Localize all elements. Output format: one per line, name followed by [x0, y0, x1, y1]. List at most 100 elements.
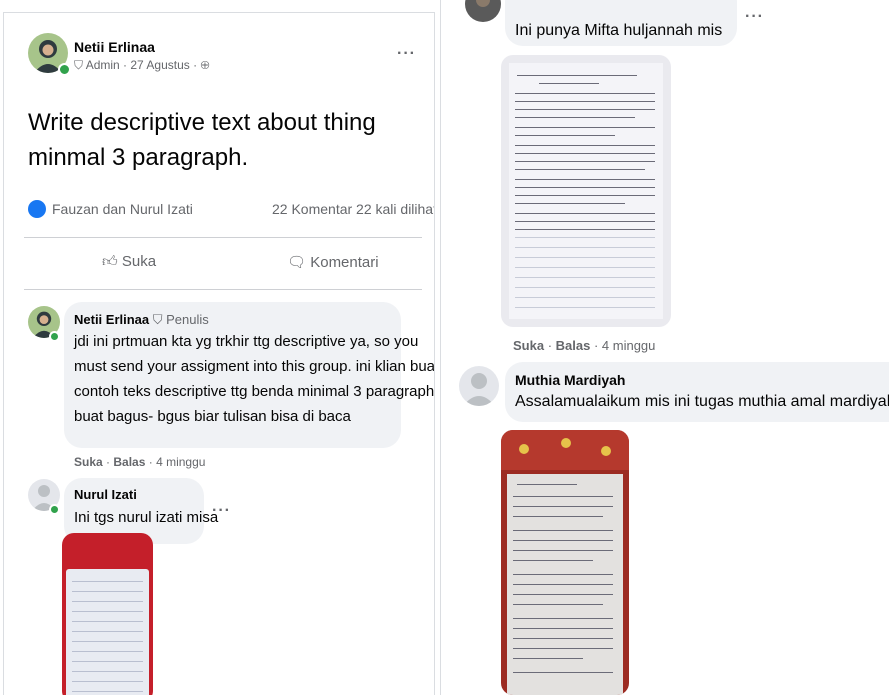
handwriting-line [515, 161, 655, 162]
comment-photo[interactable] [62, 533, 153, 695]
online-status-dot [58, 63, 71, 76]
notebook-line [72, 591, 143, 592]
handwriting-line [515, 135, 615, 136]
notebook-line [72, 651, 143, 652]
handwriting-line [513, 530, 613, 531]
post-text: Write descriptive text about thing minma… [28, 109, 376, 171]
handwriting-line [515, 179, 655, 180]
post-counts[interactable]: 22 Komentar 22 kali dilihat [272, 201, 434, 217]
comment-time[interactable]: 4 minggu [156, 455, 205, 469]
handwriting-line [513, 516, 603, 517]
handwriting-line [513, 648, 613, 649]
comment-photo[interactable] [501, 430, 629, 695]
comment-text: Ini punya Mifta huljannah mis [515, 22, 723, 39]
notebook-line [72, 681, 143, 682]
notebook-page [507, 474, 623, 695]
handwriting-line [513, 672, 613, 673]
comment-time[interactable]: 4 minggu [602, 338, 655, 353]
comment-button-label: Komentari [310, 254, 379, 271]
notebook-page [66, 569, 149, 695]
comment-author[interactable]: Muthia Mardiyah [515, 372, 625, 388]
comment-author[interactable]: Netii Erlinaa [74, 312, 149, 327]
handwriting-line [515, 145, 655, 146]
comment-actions: Suka · Balas · 4 minggu [74, 455, 206, 469]
notebook-line [72, 671, 143, 672]
like-button-label: Suka [121, 253, 157, 270]
notebook-line [72, 611, 143, 612]
comment-more-button[interactable]: ··· [212, 502, 231, 520]
handwriting-line [513, 506, 613, 507]
notebook-line [515, 257, 655, 258]
notebook-line [515, 267, 655, 268]
handwriting-line [513, 604, 603, 605]
comment-author[interactable]: Nurul Izati [74, 487, 137, 502]
handwriting-line [513, 550, 613, 551]
post-more-button[interactable]: ··· [397, 45, 416, 63]
handwriting-line [515, 153, 655, 154]
commenter-avatar[interactable] [465, 0, 501, 22]
handwriting-line [515, 127, 655, 128]
like-reaction-icon [28, 200, 46, 218]
notebook-line [515, 247, 655, 248]
comment-line: buat bagus- bgus biar tulisan bisa di ba… [74, 408, 351, 425]
comment-more-button[interactable]: ··· [745, 8, 764, 26]
post-meta: ⛉ Admin · 27 Agustus · ⊕ [74, 58, 210, 73]
notebook-line [72, 621, 143, 622]
comment-line: jdi ini prtmuan kta yg trkhir ttg descri… [74, 333, 419, 350]
notebook-line [72, 581, 143, 582]
author-badge: Penulis [166, 312, 209, 327]
notebook-page [509, 63, 663, 319]
comment-text: Assalamualaikum mis ini tugas muthia ama… [515, 393, 889, 410]
handwriting-line [515, 93, 655, 94]
handwriting-line [513, 594, 613, 595]
handwriting-line [513, 496, 613, 497]
handwriting-line [515, 101, 655, 102]
handwriting-line [515, 229, 655, 230]
handwriting-line [515, 117, 635, 118]
handwriting-line [515, 195, 655, 196]
comment-button[interactable]: 🗨︎ Komentari [287, 253, 379, 271]
admin-shield-icon: ⛉ [74, 58, 86, 72]
online-status-dot [49, 504, 60, 515]
handwriting-line [517, 75, 637, 76]
comment-line: must send your assigment into this group… [74, 358, 435, 375]
post-panel: Netii Erlinaa ⛉ Admin · 27 Agustus · ⊕ ·… [3, 12, 435, 695]
notebook-line [515, 277, 655, 278]
comment-like-link[interactable]: Suka [74, 455, 103, 469]
comment-text: Ini tgs nurul izati misa [74, 509, 219, 526]
notebook-line [72, 661, 143, 662]
author-badge-icon: ⛉ [152, 312, 167, 327]
like-button[interactable]: 👍︎ Suka [102, 253, 156, 271]
comment-like-link[interactable]: Suka [513, 338, 544, 353]
comments-panel: Ini punya Mifta huljannah mis ··· Suka ·… [440, 0, 889, 695]
default-avatar-icon[interactable] [459, 366, 499, 406]
comment-photo[interactable] [501, 55, 671, 327]
fabric-pattern [501, 430, 629, 470]
reaction-names[interactable]: Fauzan dan Nurul Izati [52, 201, 193, 217]
notebook-line [515, 297, 655, 298]
divider [24, 237, 422, 238]
handwriting-line [513, 628, 613, 629]
handwriting-line [513, 618, 613, 619]
handwriting-line [515, 213, 655, 214]
handwriting-line [513, 584, 613, 585]
comment-line: contoh teks descriptive ttg benda minima… [74, 383, 435, 400]
handwriting-line [513, 540, 613, 541]
comment-icon: 🗨︎ [287, 254, 311, 271]
comment-bubble [505, 362, 889, 422]
thumbs-up-icon: 👍︎ [102, 253, 122, 270]
divider [24, 289, 422, 290]
handwriting-line [513, 658, 583, 659]
post-meta-text[interactable]: Admin · 27 Agustus · [86, 58, 201, 72]
handwriting-line [513, 560, 593, 561]
comment-reply-link[interactable]: Balas [113, 455, 145, 469]
notebook-line [72, 601, 143, 602]
comment-header: Netii Erlinaa ⛉ Penulis [74, 312, 209, 328]
notebook-line [72, 631, 143, 632]
post-author-name[interactable]: Netii Erlinaa [74, 39, 155, 55]
comment-reply-link[interactable]: Balas [556, 338, 591, 353]
online-status-dot [49, 331, 60, 342]
notebook-line [515, 287, 655, 288]
handwriting-line [515, 169, 645, 170]
notebook-line [72, 691, 143, 692]
